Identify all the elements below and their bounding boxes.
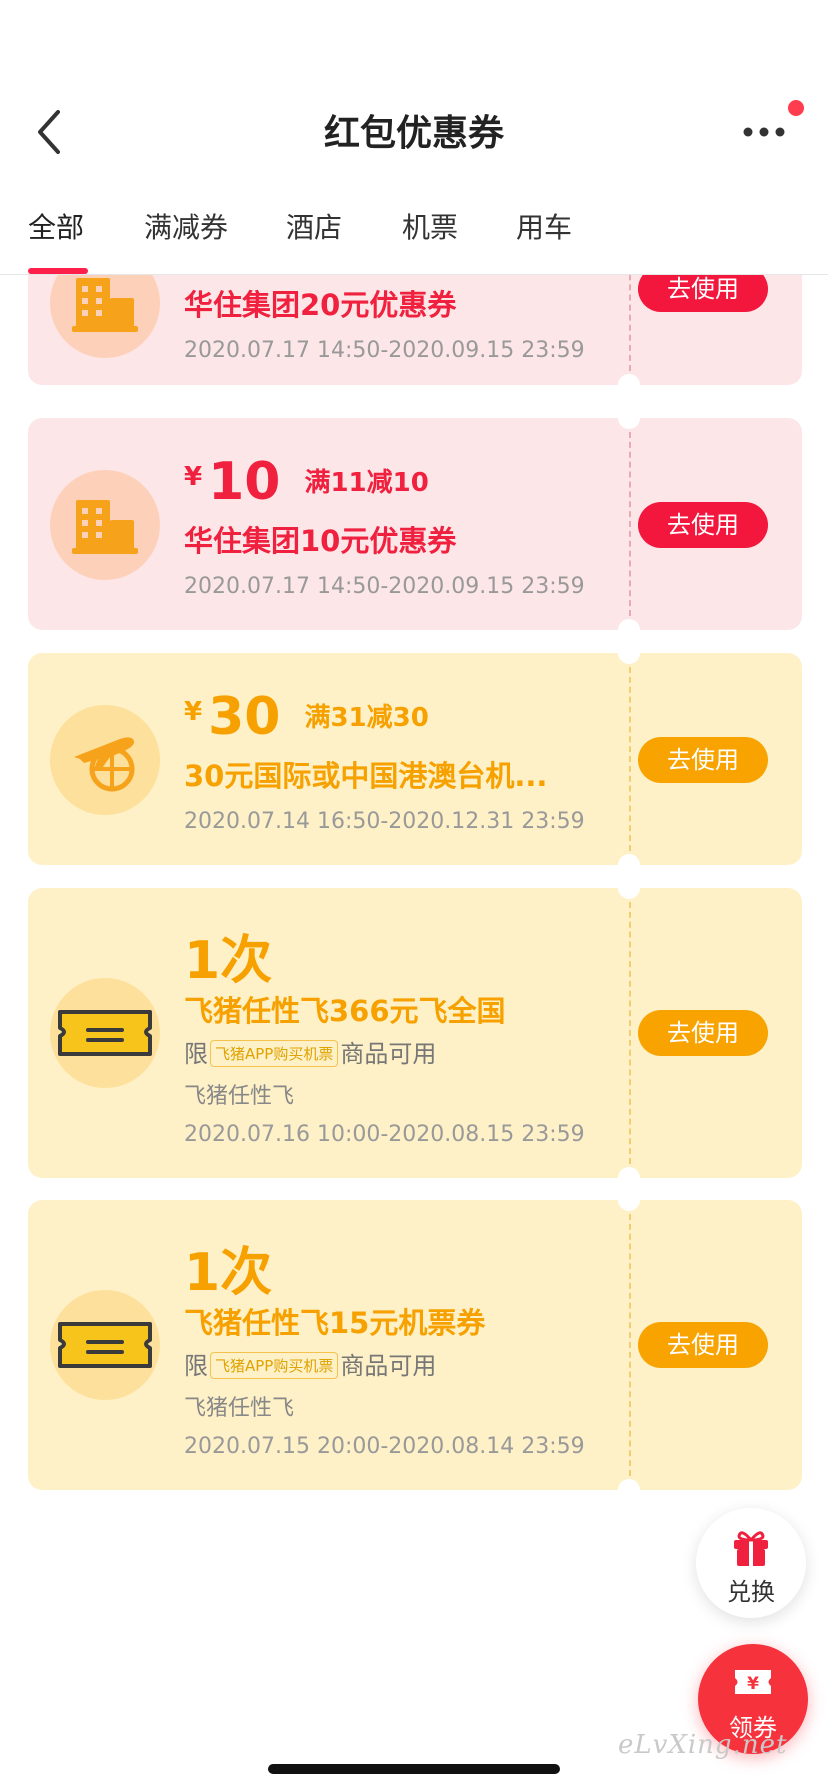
ticket-icon — [50, 978, 160, 1088]
amount-condition: 满11减10 — [304, 468, 429, 498]
home-indicator — [268, 1764, 560, 1774]
card-divider — [629, 902, 631, 1164]
exchange-button[interactable]: 兑换 — [696, 1508, 806, 1618]
card-notch — [618, 888, 640, 899]
more-dots-icon — [743, 127, 785, 137]
use-coupon-button[interactable]: 去使用 — [638, 1322, 768, 1368]
coupon-name: 飞猪任性飞15元机票券 — [184, 1306, 486, 1340]
coupon-name: 飞猪任性飞366元飞全国 — [184, 994, 506, 1028]
limit-prefix: 限 — [184, 1040, 208, 1068]
amount-value: 30 — [208, 687, 281, 747]
header-divider — [0, 274, 828, 275]
coupon-count: 1次 — [184, 1243, 273, 1303]
card-notch — [618, 418, 640, 429]
card-divider — [629, 432, 631, 616]
coupon-card[interactable]: ¥10 满11减10 华住集团10元优惠券 2020.07.17 14:50-20… — [28, 418, 802, 630]
exchange-label: 兑换 — [727, 1578, 775, 1606]
limit-tag: 飞猪APP购买机票 — [210, 1352, 339, 1379]
notification-dot — [788, 100, 804, 116]
category-tabs: 全部 满减券 酒店 机票 用车 — [0, 196, 828, 274]
coupon-amount: ¥30 满31减30 — [184, 687, 429, 747]
coupon-validity-date: 2020.07.14 16:50-2020.12.31 23:59 — [184, 809, 585, 834]
coupon-validity-date: 2020.07.15 20:00-2020.08.14 23:59 — [184, 1434, 585, 1459]
coupon-name: 华住集团10元优惠券 — [184, 524, 457, 558]
usage-limit: 限飞猪APP购买机票 商品可用 — [184, 1346, 436, 1381]
hotel-building-icon — [50, 470, 160, 580]
card-notch — [618, 619, 640, 630]
currency-symbol: ¥ — [184, 462, 203, 492]
coupon-card[interactable]: 1次 飞猪任性飞366元飞全国 限飞猪APP购买机票 商品可用 飞猪任性飞 202… — [28, 888, 802, 1178]
card-divider — [629, 1214, 631, 1476]
use-coupon-button[interactable]: 去使用 — [638, 502, 768, 548]
ticket-icon — [50, 1290, 160, 1400]
limit-suffix: 商品可用 — [340, 1040, 437, 1068]
amount-value: 10 — [208, 452, 281, 512]
plane-globe-icon — [50, 705, 160, 815]
coupon-sub-label: 飞猪任性飞 — [184, 1396, 295, 1421]
coupon-name: 30元国际或中国港澳台机... — [184, 759, 548, 793]
coupon-count: 1次 — [184, 931, 273, 991]
nav-header: 红包优惠券 全部 满减券 酒店 机票 用车 — [0, 0, 828, 275]
limit-prefix: 限 — [184, 1352, 208, 1380]
page-title: 红包优惠券 — [323, 113, 504, 154]
coupon-validity-date: 2020.07.17 14:50-2020.09.15 23:59 — [184, 574, 585, 599]
coupon-sub-label: 飞猪任性飞 — [184, 1084, 295, 1109]
coupon-yen-icon: ¥ — [735, 1670, 771, 1694]
coupon-name: 华住集团20元优惠券 — [184, 288, 457, 322]
tab-hotel[interactable]: 酒店 — [286, 206, 342, 246]
tab-flight[interactable]: 机票 — [402, 206, 458, 246]
card-notch — [618, 1479, 640, 1490]
card-notch — [618, 1167, 640, 1178]
card-divider — [629, 667, 631, 851]
card-notch — [618, 653, 640, 664]
coupon-amount: ¥10 满11减10 — [184, 452, 429, 512]
gift-icon — [734, 1531, 768, 1566]
svg-text:¥: ¥ — [747, 1674, 759, 1694]
card-notch — [618, 854, 640, 865]
coupon-card[interactable]: ¥30 满31减30 30元国际或中国港澳台机... 2020.07.14 16:… — [28, 653, 802, 865]
tab-discount[interactable]: 满减券 — [144, 206, 228, 246]
coupon-validity-date: 2020.07.16 10:00-2020.08.15 23:59 — [184, 1122, 585, 1147]
tab-all[interactable]: 全部 — [28, 206, 84, 246]
watermark: eLvXing.net — [618, 1730, 788, 1760]
more-menu-button[interactable] — [734, 110, 794, 154]
currency-symbol: ¥ — [184, 697, 203, 727]
use-coupon-button[interactable]: 去使用 — [638, 737, 768, 783]
page: 华住集团20元优惠券 2020.07.17 14:50-2020.09.15 2… — [0, 0, 828, 1792]
tab-car[interactable]: 用车 — [516, 206, 572, 246]
card-notch — [618, 1200, 640, 1211]
use-coupon-button[interactable]: 去使用 — [638, 1010, 768, 1056]
coupon-card[interactable]: 1次 飞猪任性飞15元机票券 限飞猪APP购买机票 商品可用 飞猪任性飞 2020… — [28, 1200, 802, 1490]
limit-tag: 飞猪APP购买机票 — [210, 1040, 339, 1067]
usage-limit: 限飞猪APP购买机票 商品可用 — [184, 1034, 436, 1069]
amount-condition: 满31减30 — [304, 703, 429, 733]
coupon-validity-date: 2020.07.17 14:50-2020.09.15 23:59 — [184, 338, 585, 363]
card-notch — [618, 374, 640, 385]
limit-suffix: 商品可用 — [340, 1352, 437, 1380]
